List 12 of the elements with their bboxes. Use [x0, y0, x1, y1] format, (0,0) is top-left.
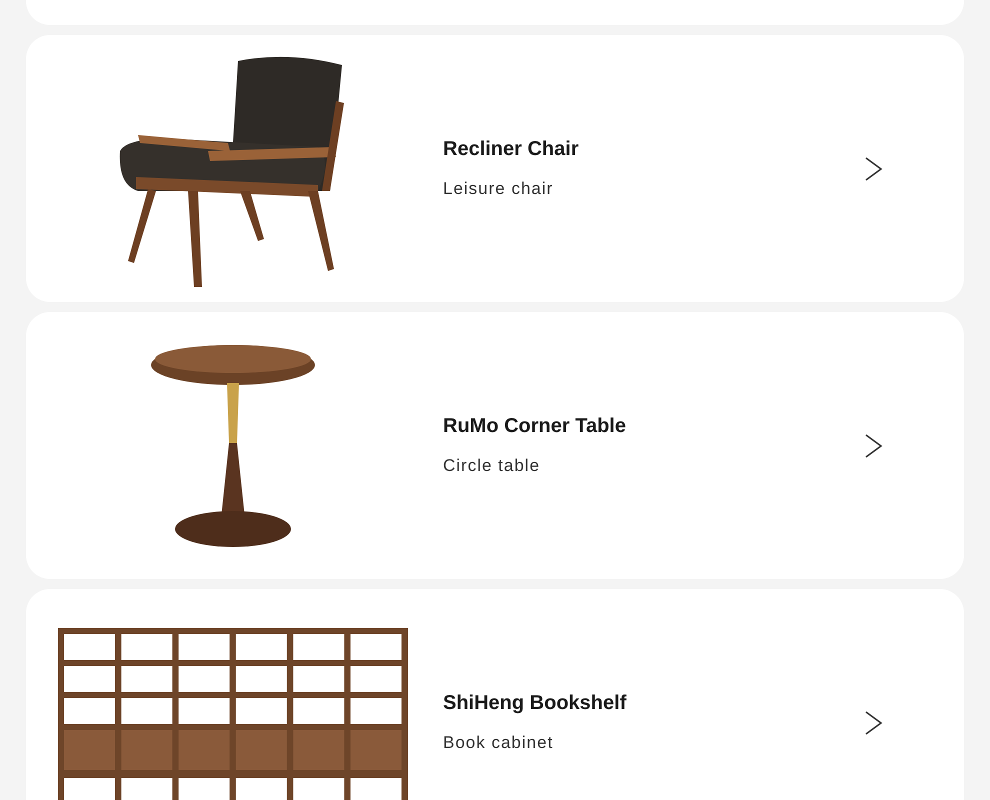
product-subtitle: Leisure chair: [443, 179, 554, 199]
product-card[interactable]: Recliner Chair Leisure chair: [26, 35, 964, 302]
product-card[interactable]: ShiHeng Bookshelf Book cabinet: [26, 589, 964, 800]
product-card[interactable]: RuMo Corner Table Circle table: [26, 312, 964, 579]
chevron-right-icon[interactable]: [864, 156, 884, 182]
chevron-right-icon[interactable]: [864, 710, 884, 736]
chevron-right-icon[interactable]: [864, 432, 884, 458]
product-subtitle: Circle table: [443, 456, 542, 476]
product-title: Recliner Chair: [443, 138, 580, 161]
product-title: RuMo Corner Table: [443, 415, 627, 438]
product-subtitle: Book cabinet: [443, 733, 554, 753]
product-title: ShiHeng Bookshelf: [443, 692, 628, 715]
